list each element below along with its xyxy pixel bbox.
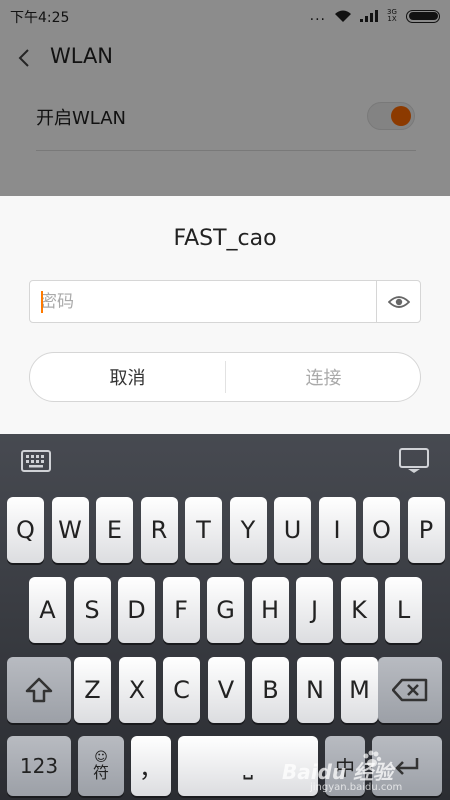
key-z[interactable]: Z: [74, 657, 111, 723]
dialog-buttons: 取消 连接: [29, 352, 421, 402]
key-c[interactable]: C: [163, 657, 200, 723]
dialog-title: FAST_cao: [173, 226, 277, 251]
key-q[interactable]: Q: [7, 497, 44, 563]
key-u[interactable]: U: [274, 497, 311, 563]
key-f[interactable]: F: [162, 577, 200, 643]
connect-button[interactable]: 连接: [226, 353, 420, 401]
password-field: [29, 280, 421, 323]
key-y[interactable]: Y: [229, 497, 267, 563]
hide-keyboard-icon[interactable]: [399, 448, 429, 474]
space-key[interactable]: ⎵: [178, 736, 318, 796]
eye-icon: [388, 295, 410, 308]
backspace-key[interactable]: [378, 657, 442, 723]
show-password-button[interactable]: [377, 281, 421, 322]
comma-key[interactable]: ，: [131, 736, 171, 796]
key-t[interactable]: T: [185, 497, 222, 563]
key-b[interactable]: B: [252, 657, 289, 723]
key-a[interactable]: A: [29, 577, 66, 643]
numbers-key[interactable]: 123: [7, 736, 71, 796]
key-d[interactable]: D: [118, 577, 155, 643]
cancel-button[interactable]: 取消: [30, 353, 225, 401]
enter-icon: [395, 758, 419, 775]
key-h[interactable]: H: [251, 577, 289, 643]
text-caret: [41, 291, 43, 313]
key-o[interactable]: O: [363, 497, 400, 563]
key-v[interactable]: V: [207, 657, 245, 723]
key-j[interactable]: J: [296, 577, 333, 643]
key-g[interactable]: G: [207, 577, 244, 643]
key-x[interactable]: X: [118, 657, 156, 723]
key-i[interactable]: I: [318, 497, 356, 563]
shift-key[interactable]: [7, 657, 71, 723]
key-e[interactable]: E: [96, 497, 133, 563]
backspace-icon: [392, 678, 428, 702]
enter-key[interactable]: [372, 736, 442, 796]
password-input[interactable]: [40, 281, 370, 322]
symbols-label: 符: [92, 763, 109, 782]
key-l[interactable]: L: [385, 577, 422, 643]
key-r[interactable]: R: [140, 497, 178, 563]
soft-keyboard: QWERTYUIOP ASDFGHJKL ZXCVBNM 123 ☺ 符 ， ⎵…: [0, 434, 450, 800]
key-w[interactable]: W: [51, 497, 89, 563]
key-n[interactable]: N: [296, 657, 334, 723]
key-p[interactable]: P: [407, 497, 445, 563]
language-switch-key[interactable]: 中: [325, 736, 365, 796]
key-s[interactable]: S: [73, 577, 111, 643]
keyboard-icon[interactable]: [21, 450, 51, 472]
shift-icon: [25, 677, 53, 703]
key-m[interactable]: M: [341, 657, 378, 723]
key-k[interactable]: K: [340, 577, 378, 643]
symbols-key[interactable]: ☺ 符: [78, 736, 124, 796]
wifi-password-dialog: FAST_cao 取消 连接: [0, 196, 450, 434]
keyboard-toolbar: [0, 434, 450, 488]
